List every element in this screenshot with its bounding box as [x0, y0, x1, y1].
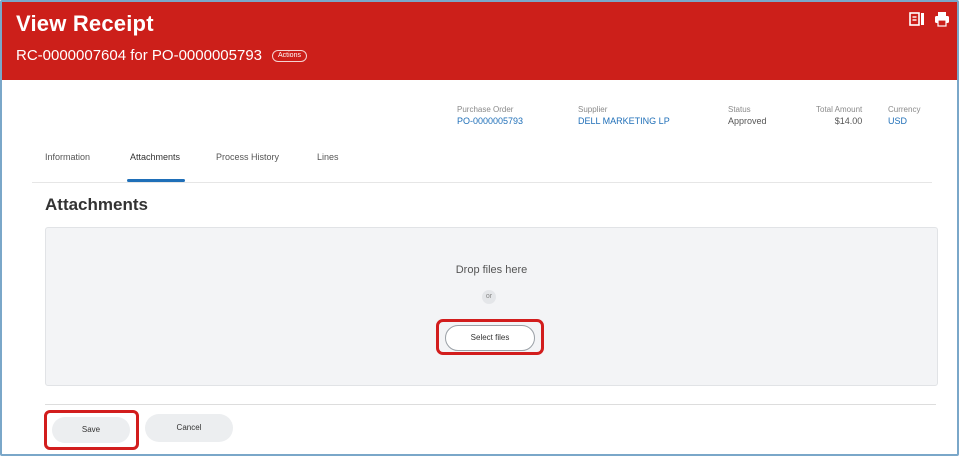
tab-bar: Information Attachments Process History …	[2, 152, 957, 182]
file-dropzone[interactable]: Drop files here or Select files	[45, 227, 938, 386]
total-amount-field: Total Amount $14.00	[816, 105, 862, 126]
actions-badge[interactable]: Actions	[272, 49, 307, 62]
currency-link[interactable]: USD	[888, 116, 920, 126]
save-highlight: Save	[44, 410, 139, 450]
supplier-label: Supplier	[578, 105, 608, 114]
purchase-order-link[interactable]: PO-0000005793	[457, 116, 523, 126]
page-subtitle: RC-0000007604 for PO-0000005793 Actions	[16, 47, 307, 64]
receipt-window: View Receipt RC-0000007604 for PO-000000…	[0, 0, 959, 456]
related-actions-icon[interactable]	[908, 10, 926, 28]
tab-lines[interactable]: Lines	[317, 152, 339, 162]
drop-files-text: Drop files here	[455, 264, 528, 276]
select-files-button[interactable]: Select files	[445, 325, 535, 351]
footer-divider	[45, 404, 936, 405]
purchase-order-field: Purchase Order PO-0000005793	[457, 105, 523, 126]
currency-label: Currency	[888, 105, 921, 114]
supplier-field: Supplier DELL MARKETING LP	[578, 105, 670, 126]
save-button[interactable]: Save	[52, 417, 130, 443]
section-title: Attachments	[45, 195, 148, 214]
supplier-link[interactable]: DELL MARKETING LP	[578, 116, 670, 126]
page-header: View Receipt RC-0000007604 for PO-000000…	[2, 2, 957, 80]
total-amount-value: $14.00	[834, 116, 863, 126]
tabs-divider	[32, 182, 932, 183]
status-value: Approved	[728, 116, 767, 126]
tab-information[interactable]: Information	[45, 152, 90, 162]
or-separator: or	[482, 290, 496, 304]
status-field: Status Approved	[728, 105, 767, 126]
select-files-highlight: Select files	[436, 319, 544, 355]
receipt-reference: RC-0000007604 for PO-0000005793	[16, 47, 263, 64]
cancel-button[interactable]: Cancel	[145, 414, 233, 442]
tab-attachments[interactable]: Attachments	[130, 152, 180, 162]
currency-field: Currency USD	[888, 105, 920, 126]
purchase-order-label: Purchase Order	[457, 105, 514, 114]
total-amount-label: Total Amount	[816, 105, 863, 114]
print-icon[interactable]	[933, 10, 951, 28]
page-title: View Receipt	[16, 11, 154, 36]
status-label: Status	[728, 105, 751, 114]
tab-process-history[interactable]: Process History	[216, 152, 279, 162]
